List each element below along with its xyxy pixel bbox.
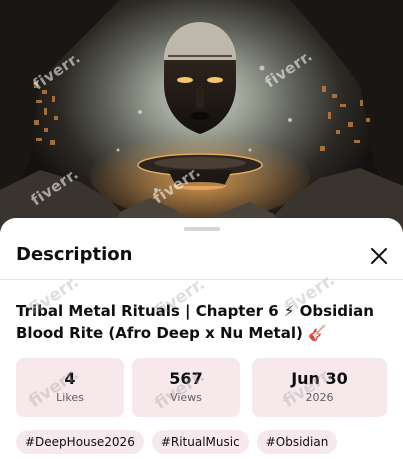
hashtag-link[interactable]: #Obsidian: [256, 430, 338, 454]
views-stat: 567 Views: [132, 358, 240, 417]
likes-stat: 4 Likes: [16, 358, 124, 417]
likes-label: Likes: [56, 391, 84, 404]
close-icon: [371, 248, 387, 264]
views-count: 567: [169, 369, 203, 388]
hashtag-link[interactable]: #RitualMusic: [151, 430, 249, 454]
video-title: Tribal Metal Rituals | Chapter 6 ⚡ Obsid…: [16, 302, 374, 342]
publish-date: Jun 30: [291, 369, 348, 388]
sheet-title: Description: [16, 244, 133, 265]
publish-year: 2026: [305, 391, 334, 404]
likes-count: 4: [64, 369, 76, 388]
video-thumbnail[interactable]: fiverr. fiverr. fiverr. fiverr.: [0, 0, 403, 232]
hashtag-link[interactable]: #DeepHouse2026: [16, 430, 144, 454]
date-stat: Jun 30 2026: [252, 358, 387, 417]
hashtag-list: #DeepHouse2026 #RitualMusic #Obsidian: [16, 430, 338, 454]
description-sheet: Description Tribal Metal Rituals | Chapt…: [0, 218, 403, 459]
sheet-drag-handle[interactable]: [184, 227, 220, 231]
views-label: Views: [170, 391, 202, 404]
close-button[interactable]: [367, 244, 391, 268]
tribal-mask-icon: [164, 22, 236, 134]
artwork-scene: [0, 0, 403, 232]
divider: [0, 279, 403, 280]
